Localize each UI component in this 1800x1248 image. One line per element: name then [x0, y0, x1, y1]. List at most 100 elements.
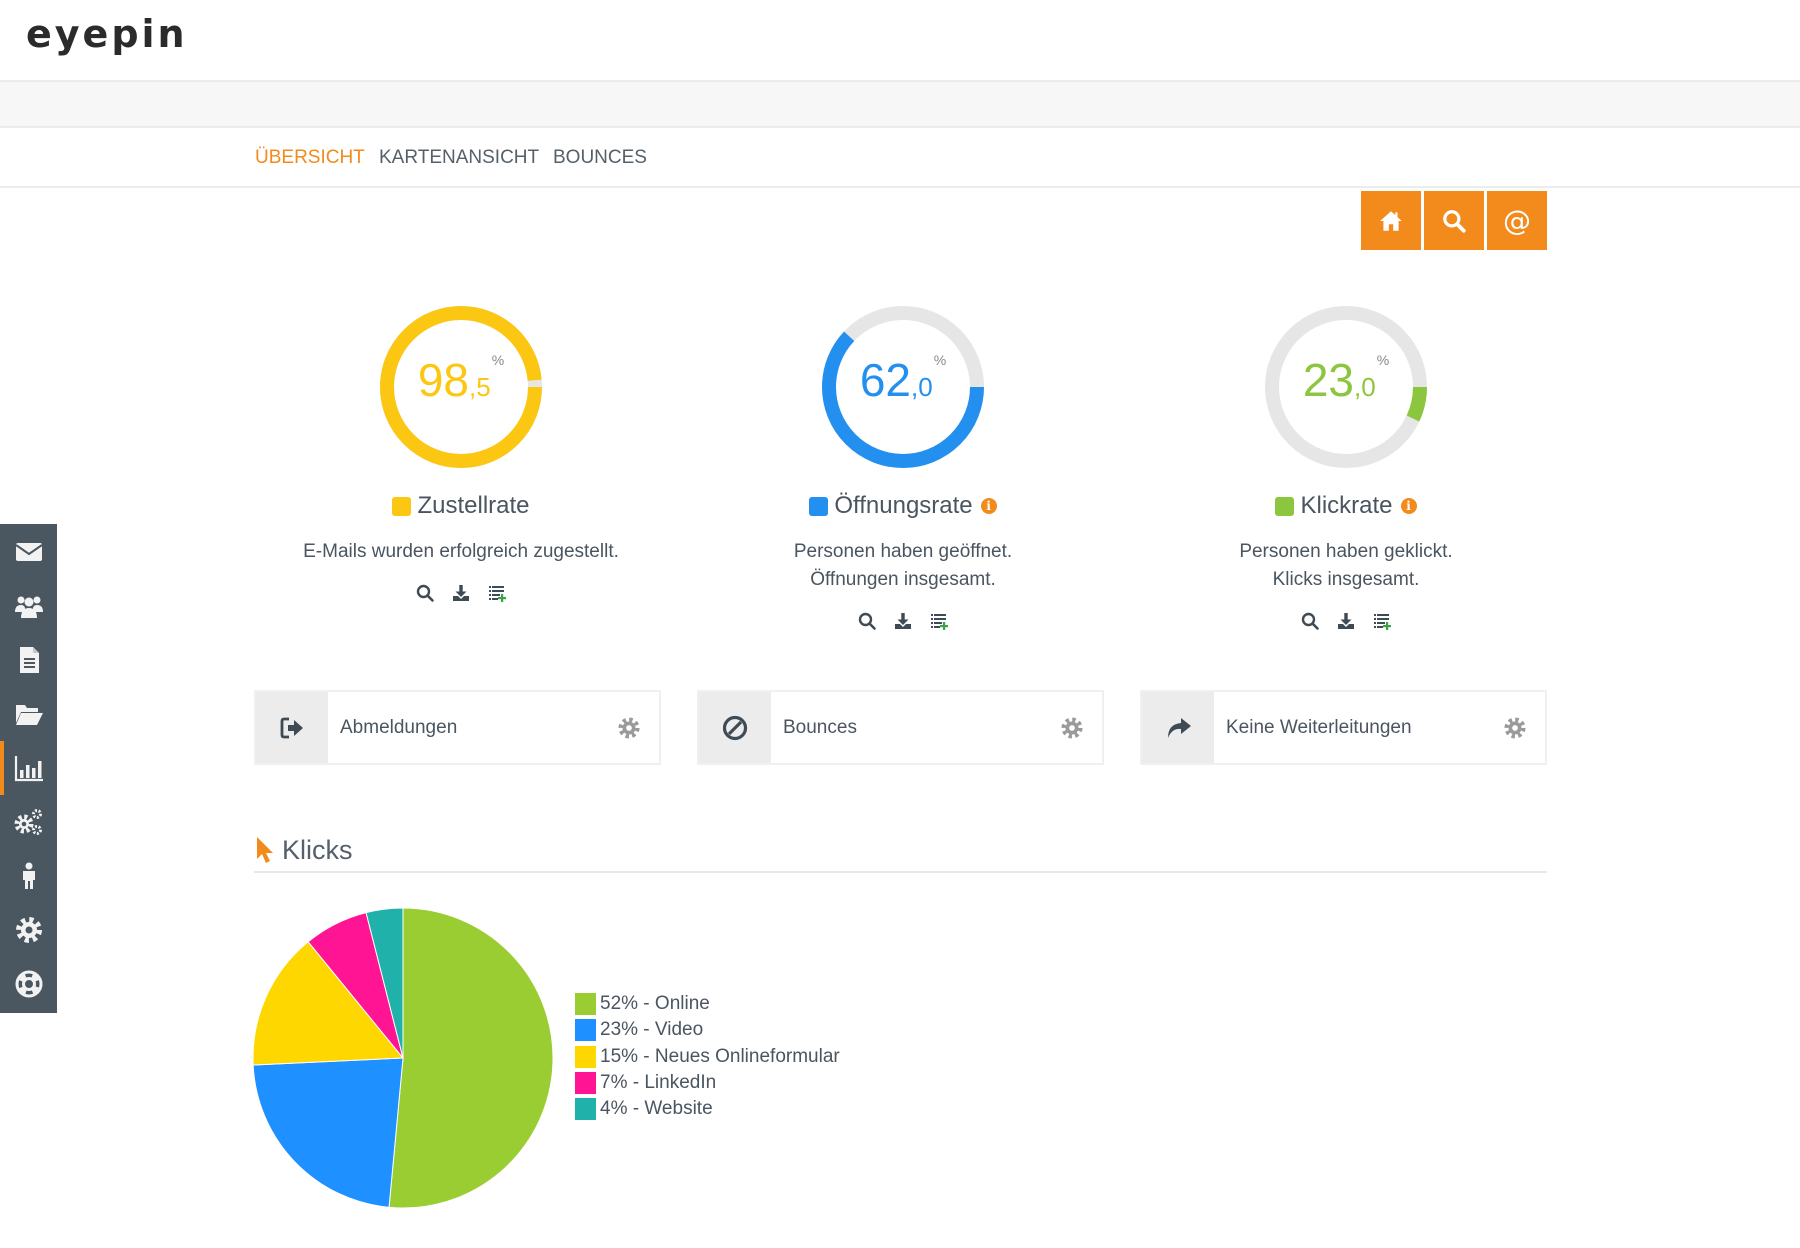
- sub-navigation: ÜBERSICHT KARTENANSICHT BOUNCES: [0, 128, 1800, 188]
- kpi-zustellrate: 98,5% Zustellrate E-Mails wurden erfolgr…: [251, 302, 671, 604]
- legend-item: 7% - LinkedIn: [575, 1070, 840, 1096]
- card-abmeldungen[interactable]: Abmeldungen: [254, 690, 661, 765]
- value-decimal: ,0: [1354, 372, 1376, 402]
- search-icon: [1301, 612, 1319, 630]
- card-bounces[interactable]: Bounces: [697, 690, 1104, 765]
- person-icon: [22, 862, 35, 889]
- pie-slice-online: [388, 907, 554, 1209]
- info-icon[interactable]: i: [1400, 498, 1417, 514]
- value-integer: 62: [859, 354, 912, 406]
- search-button[interactable]: [1424, 191, 1484, 250]
- sidebar-item-contacts[interactable]: [0, 581, 57, 631]
- share-icon: [1168, 717, 1191, 738]
- bar-chart-icon: [14, 756, 43, 782]
- gear-icon[interactable]: [1059, 715, 1085, 741]
- add-to-list-action[interactable]: [486, 582, 508, 604]
- value-integer: 98: [417, 354, 470, 406]
- search-action[interactable]: [414, 582, 436, 604]
- legend-label: 52% - Online: [600, 993, 710, 1015]
- card-label: Abmeldungen: [340, 716, 458, 738]
- sidebar-item-profile[interactable]: [0, 851, 57, 901]
- zustellrate-donut: 98,5%: [376, 302, 546, 472]
- document-icon: [19, 647, 39, 673]
- klicks-pie-chart: [252, 907, 554, 1209]
- sidebar-item-help[interactable]: [0, 959, 57, 1009]
- life-ring-icon: [15, 970, 42, 998]
- sidebar-item-reports[interactable]: [0, 741, 57, 795]
- pie-legend: 52% - Online 23% - Video 15% - Neues Onl…: [575, 991, 840, 1122]
- oeffnungsrate-donut: 62,0%: [818, 302, 988, 472]
- kpi-title: Öffnungsrate i: [693, 492, 1113, 520]
- list-add-icon: [931, 614, 948, 630]
- info-icon[interactable]: i: [980, 498, 997, 514]
- kpi-description-line: E-Mails wurden erfolgreich zugestellt.: [303, 541, 619, 562]
- cursor-icon: [257, 837, 273, 863]
- download-action[interactable]: [1335, 610, 1357, 632]
- kpi-actions: [251, 582, 671, 604]
- kpi-description: Personen haben geklickt. Klicks insgesam…: [1136, 538, 1556, 594]
- download-action[interactable]: [892, 610, 914, 632]
- gear-icon[interactable]: [616, 715, 642, 741]
- ban-icon: [722, 715, 748, 740]
- email-button[interactable]: @: [1487, 191, 1547, 250]
- sidebar: [0, 524, 57, 1013]
- download-icon: [1338, 613, 1354, 629]
- eyepin-logo: eyepin: [26, 12, 188, 56]
- legend-label: 7% - LinkedIn: [600, 1072, 717, 1094]
- list-add-icon: [489, 586, 506, 602]
- legend-swatch: [575, 993, 596, 1016]
- download-icon: [895, 613, 911, 629]
- legend-item: 52% - Online: [575, 991, 840, 1017]
- sidebar-item-documents[interactable]: [0, 635, 57, 685]
- legend-label: 23% - Video: [600, 1019, 704, 1041]
- zustellrate-value: 98,5%: [376, 353, 546, 406]
- card-keine-weiterleitungen[interactable]: Keine Weiterleitungen: [1140, 690, 1547, 765]
- kpi-description-line: Personen haben geöffnet.: [793, 541, 1013, 562]
- home-button[interactable]: [1361, 191, 1421, 250]
- kpi-actions: [693, 610, 1113, 632]
- kpi-description-line: Personen haben geklickt.: [1239, 541, 1453, 562]
- legend-swatch: [575, 1019, 596, 1042]
- search-action[interactable]: [856, 610, 878, 632]
- kpi-description: Personen haben geöffnet. Öffnungen insge…: [693, 538, 1113, 594]
- download-action[interactable]: [450, 582, 472, 604]
- cogs-icon: [14, 809, 42, 835]
- kpi-title: Zustellrate: [251, 492, 671, 520]
- tab-uebersicht[interactable]: ÜBERSICHT: [255, 147, 365, 169]
- value-percent-sign: %: [933, 352, 947, 368]
- users-icon: [14, 596, 43, 618]
- value-integer: 23: [1302, 354, 1355, 406]
- add-to-list-action[interactable]: [1371, 610, 1393, 632]
- gear-icon[interactable]: [1502, 715, 1528, 741]
- legend-item: 4% - Website: [575, 1096, 840, 1122]
- add-to-list-action[interactable]: [928, 610, 950, 632]
- header-band: [0, 80, 1800, 128]
- sidebar-item-files[interactable]: [0, 689, 57, 739]
- sidebar-item-mailings[interactable]: [0, 527, 57, 577]
- tab-kartenansicht[interactable]: KARTENANSICHT: [379, 147, 539, 169]
- list-add-icon: [1374, 614, 1391, 630]
- search-icon: [1443, 209, 1466, 233]
- kpi-description-line: Klicks insgesamt.: [1272, 569, 1420, 590]
- legend-swatch: [575, 1045, 596, 1068]
- search-icon: [416, 584, 434, 602]
- kpi-oeffnungsrate: 62,0% Öffnungsrate i Personen haben geöf…: [693, 302, 1113, 632]
- legend-label: 4% - Website: [600, 1098, 713, 1120]
- kpi-title-text: Zustellrate: [417, 492, 530, 519]
- kpi-description-line: Öffnungen insgesamt.: [810, 569, 996, 590]
- folder-open-icon: [15, 705, 43, 725]
- tab-bounces[interactable]: BOUNCES: [553, 147, 647, 169]
- at-icon: @: [1503, 203, 1531, 237]
- legend-item: 15% - Neues Onlineformular: [575, 1044, 840, 1070]
- quick-toolbar: @: [1361, 191, 1547, 250]
- section-title: Klicks: [282, 835, 353, 865]
- sidebar-item-settings[interactable]: [0, 905, 57, 955]
- sidebar-item-automation[interactable]: [0, 797, 57, 847]
- kpi-description: E-Mails wurden erfolgreich zugestellt.: [251, 538, 671, 566]
- value-decimal: ,5: [469, 372, 491, 402]
- legend-label: 15% - Neues Onlineformular: [600, 1045, 840, 1067]
- card-label: Bounces: [783, 716, 857, 738]
- klickrate-donut: 23,0%: [1261, 302, 1431, 472]
- card-label: Keine Weiterleitungen: [1226, 716, 1412, 738]
- search-action[interactable]: [1299, 610, 1321, 632]
